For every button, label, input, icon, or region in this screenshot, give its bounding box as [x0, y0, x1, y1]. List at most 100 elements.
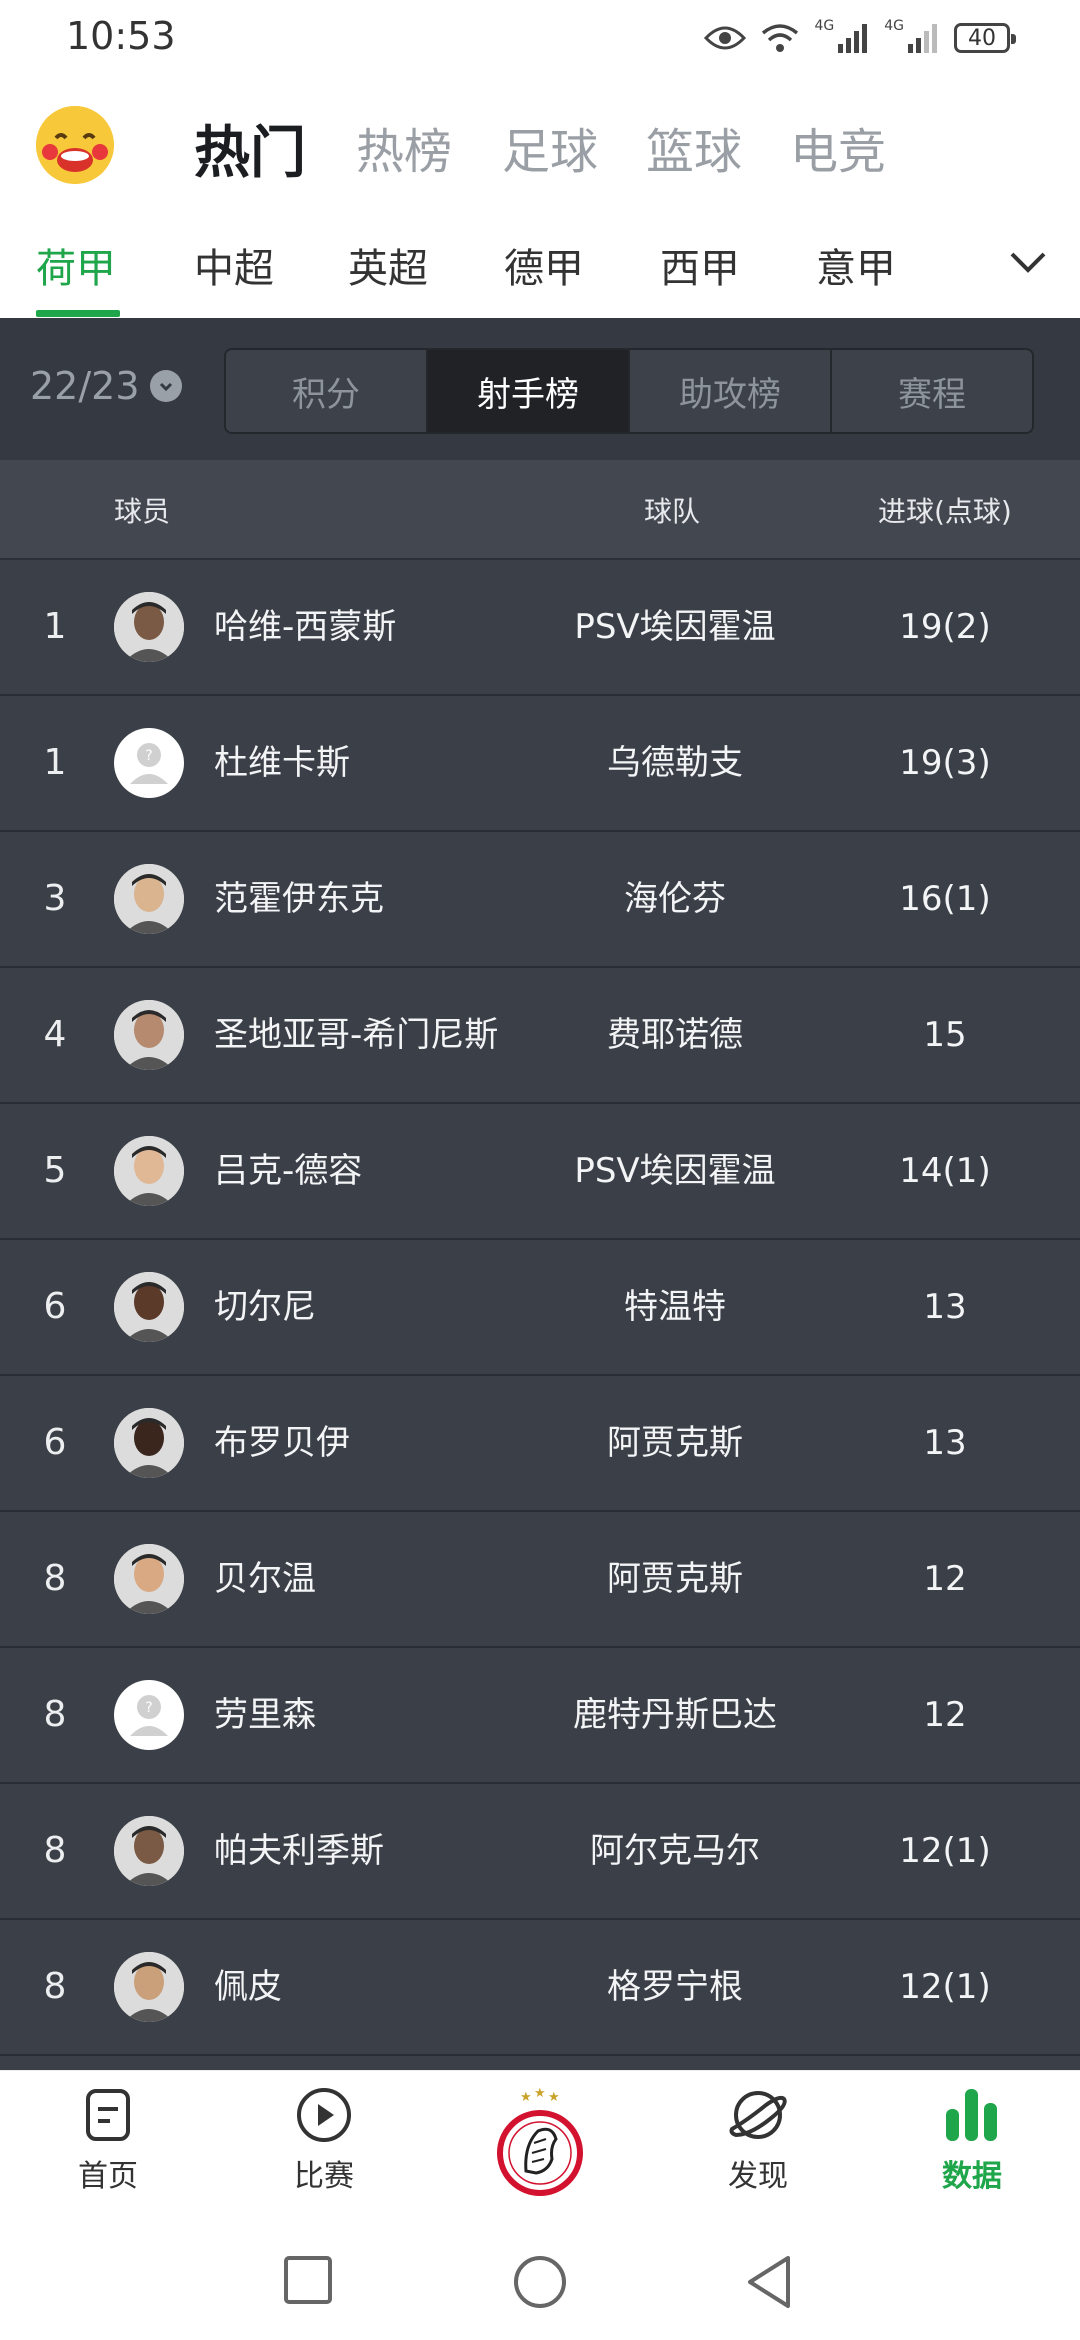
table-row[interactable]: 5 吕克-德容 PSV埃因霍温 14(1) — [0, 1104, 1080, 1240]
nav-matches[interactable]: 比赛 — [254, 2085, 394, 2195]
table-header: 球员 球队 进球(点球) — [0, 460, 1080, 560]
table-row[interactable]: 8 帕夫利季斯 阿尔克马尔 12(1) — [0, 1784, 1080, 1920]
top-tab-football[interactable]: 足球 — [502, 112, 598, 182]
player-name: 哈维-西蒙斯 — [214, 607, 397, 647]
league-tab-epl[interactable]: 英超 — [348, 236, 428, 294]
svg-text:★: ★ — [548, 2090, 560, 2105]
player-avatar — [114, 1000, 184, 1070]
team-name: PSV埃因霍温 — [574, 607, 776, 647]
emoji-face-icon — [36, 106, 114, 184]
net-label-2: 4G — [884, 18, 904, 34]
segment-schedule[interactable]: 赛程 — [832, 350, 1032, 432]
top-tab-ranking[interactable]: 热榜 — [356, 112, 452, 182]
team-name: 特温特 — [624, 1287, 726, 1327]
player-name: 贝尔温 — [214, 1559, 316, 1599]
table-row[interactable]: 3 范霍伊东克 海伦芬 16(1) — [0, 832, 1080, 968]
rank-cell: 8 — [43, 1830, 67, 1871]
player-name: 劳里森 — [214, 1695, 316, 1735]
player-avatar — [114, 1272, 184, 1342]
team-name: 阿贾克斯 — [607, 1559, 743, 1599]
table-row[interactable]: 4 圣地亚哥-希门尼斯 费耶诺德 15 — [0, 968, 1080, 1104]
svg-text:?: ? — [145, 748, 152, 764]
filter-row: 22/23 积分 射手榜 助攻榜 赛程 — [0, 318, 1080, 460]
svg-text:★: ★ — [520, 2090, 532, 2105]
league-tab-bundesliga[interactable]: 德甲 — [504, 236, 584, 294]
goals-cell: 15 — [923, 1015, 967, 1055]
team-name: 海伦芬 — [624, 879, 726, 919]
status-time: 10:53 — [66, 14, 176, 58]
player-name: 杜维卡斯 — [214, 743, 350, 783]
goals-cell: 12 — [923, 1695, 967, 1735]
segment-standings[interactable]: 积分 — [226, 350, 428, 432]
scorer-table: 1 哈维-西蒙斯 PSV埃因霍温 19(2) 1? 杜维卡斯 乌德勒支 19(3) 3 范霍伊东克… — [0, 560, 1080, 2056]
user-avatar[interactable] — [36, 106, 114, 184]
bar-chart-icon — [946, 2089, 997, 2141]
league-tab-csl[interactable]: 中超 — [194, 236, 274, 294]
player-name: 圣地亚哥-希门尼斯 — [214, 1015, 499, 1055]
back-triangle-icon[interactable] — [744, 2254, 796, 2310]
table-row[interactable]: 6 布罗贝伊 阿贾克斯 13 — [0, 1376, 1080, 1512]
table-row[interactable]: 8 贝尔温 阿贾克斯 12 — [0, 1512, 1080, 1648]
expand-leagues-button[interactable] — [1000, 234, 1056, 290]
stats-panel: 22/23 积分 射手榜 助攻榜 赛程 球员 球队 进球(点球) 1 哈维-西蒙斯… — [0, 318, 1080, 2070]
eye-icon — [704, 26, 747, 50]
rank-cell: 8 — [43, 1694, 67, 1735]
player-avatar — [114, 592, 184, 662]
bottom-nav: 首页 比赛 ★ ★ ★ 发现 数据 — [0, 2070, 1080, 2231]
team-name: 乌德勒支 — [607, 743, 743, 783]
goals-cell: 13 — [923, 1423, 967, 1463]
chevron-down-icon — [149, 370, 182, 402]
nav-discover[interactable]: 发现 — [688, 2085, 828, 2195]
rank-cell: 1 — [43, 606, 67, 647]
top-tab-esports[interactable]: 电竞 — [790, 112, 886, 182]
home-doc-icon — [86, 2089, 130, 2141]
recent-apps-icon[interactable] — [282, 2254, 334, 2306]
table-row[interactable]: 1 哈维-西蒙斯 PSV埃因霍温 19(2) — [0, 560, 1080, 696]
col-player: 球员 — [114, 495, 171, 528]
net-label-1: 4G — [814, 18, 835, 34]
signal-icon-2 — [908, 24, 937, 53]
season-selector[interactable]: 22/23 — [30, 364, 182, 408]
segment-top-scorers[interactable]: 射手榜 — [428, 350, 630, 432]
ajax-logo: ★ ★ ★ — [497, 2086, 583, 2196]
ajax-logo-button[interactable]: ★ ★ ★ — [486, 2086, 594, 2217]
nav-data[interactable]: 数据 — [902, 2085, 1042, 2195]
table-row[interactable]: 1? 杜维卡斯 乌德勒支 19(3) — [0, 696, 1080, 832]
nav-home[interactable]: 首页 — [38, 2085, 178, 2195]
player-avatar — [114, 1408, 184, 1478]
nav-discover-label: 发现 — [728, 2159, 788, 2194]
table-row[interactable]: 8 佩皮 格罗宁根 12(1) — [0, 1920, 1080, 2056]
active-tab-indicator — [36, 310, 120, 317]
player-placeholder-icon: ? — [114, 1680, 184, 1750]
home-circle-icon[interactable] — [512, 2254, 568, 2310]
table-row[interactable]: 8? 劳里森 鹿特丹斯巴达 12 — [0, 1648, 1080, 1784]
rank-cell: 1 — [43, 742, 67, 783]
segment-top-assists[interactable]: 助攻榜 — [630, 350, 832, 432]
player-name: 佩皮 — [214, 1967, 282, 2007]
rank-cell: 5 — [43, 1150, 67, 1191]
goals-cell: 19(2) — [899, 607, 991, 647]
player-avatar — [114, 1136, 184, 1206]
team-name: 格罗宁根 — [607, 1967, 743, 2007]
player-name: 帕夫利季斯 — [214, 1831, 384, 1871]
goals-cell: 13 — [923, 1287, 967, 1327]
goals-cell: 14(1) — [899, 1151, 991, 1191]
nav-home-label: 首页 — [78, 2159, 138, 2194]
goals-cell: 19(3) — [899, 743, 991, 783]
top-tab-basketball[interactable]: 篮球 — [646, 112, 742, 182]
league-tab-bar: 荷甲 中超 英超 德甲 西甲 意甲 — [0, 210, 1080, 318]
league-tab-seriea[interactable]: 意甲 — [816, 236, 896, 294]
league-tab-laliga[interactable]: 西甲 — [660, 236, 740, 294]
signal-icon — [838, 24, 868, 53]
top-tab-hot[interactable]: 热门 — [194, 108, 306, 189]
goals-cell: 12(1) — [899, 1967, 991, 2007]
team-name: 阿尔克马尔 — [590, 1831, 760, 1871]
player-avatar — [114, 1952, 184, 2022]
rank-cell: 6 — [43, 1422, 67, 1463]
league-tab-eredivisie[interactable]: 荷甲 — [36, 236, 116, 294]
table-row[interactable]: 6 切尔尼 特温特 13 — [0, 1240, 1080, 1376]
player-avatar — [114, 864, 184, 934]
status-bar: 10:53 4G 4G 40 — [0, 0, 1080, 80]
rank-cell: 4 — [43, 1014, 67, 1055]
season-label: 22/23 — [30, 364, 140, 408]
